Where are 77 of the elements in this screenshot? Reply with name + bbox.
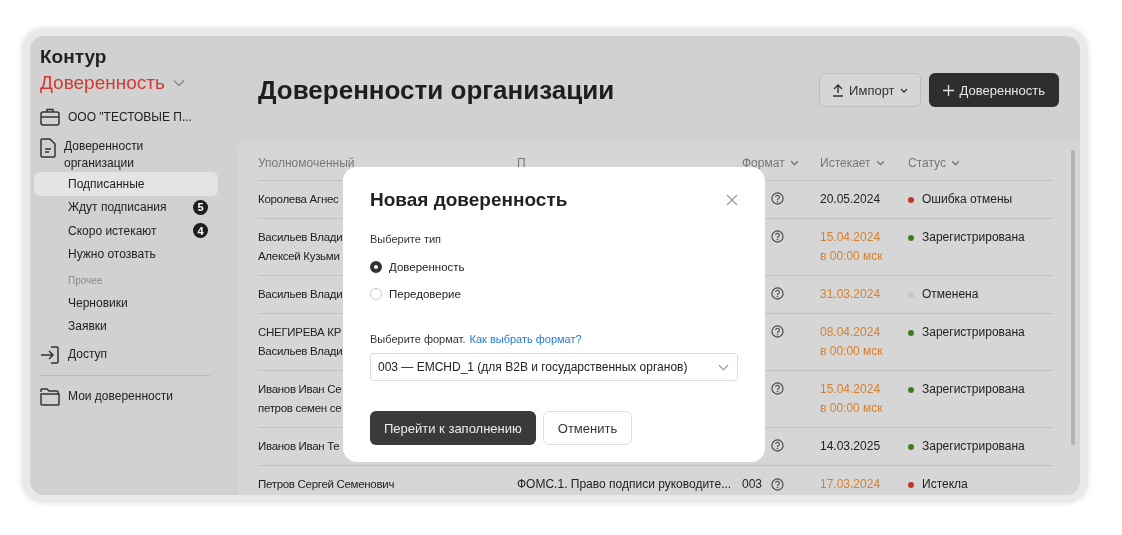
nav-item[interactable]: Ждут подписания 5 [34, 195, 218, 219]
help-icon[interactable] [771, 382, 784, 395]
table-cell: Васильев Влади [258, 287, 343, 302]
table-cell: Алексей Кузьми [258, 249, 340, 264]
table-cell: 08.04.2024 [820, 325, 881, 340]
brand-name: Контур [39, 45, 108, 69]
field-label: Выберите формат. [370, 333, 466, 345]
status-text: Зарегистрирована [922, 230, 1025, 245]
table-cell: петров семен се [258, 401, 342, 416]
table-cell: 15.04.2024 [820, 382, 881, 397]
table-cell: Петров Сергей Семенович [258, 477, 395, 492]
nav-item[interactable]: Заявки [34, 314, 218, 338]
table-cell: 31.03.2024 [820, 287, 881, 302]
help-icon[interactable] [771, 230, 784, 243]
table-cell: Королева Агнес [258, 192, 339, 207]
chevron-icon [950, 160, 960, 166]
radio-button[interactable] [370, 260, 382, 273]
plus-icon [942, 84, 954, 96]
briefcase-icon [40, 108, 60, 126]
help-icon[interactable] [771, 439, 784, 452]
folder-icon [40, 388, 60, 406]
new-power-of-attorney-button[interactable]: Доверенность [928, 73, 1059, 107]
scrollbar[interactable] [1071, 150, 1075, 445]
continue-button[interactable]: Перейти к заполнению [370, 411, 536, 445]
chevron-icon [899, 87, 908, 93]
table-cell: в 00:00 мск [820, 344, 883, 359]
table-cell: Васильев Влади [258, 344, 343, 359]
import-button[interactable]: Импорт [819, 73, 921, 107]
count-badge: 5 [193, 199, 208, 215]
chevron-icon [172, 79, 185, 87]
status-text: Зарегистрирована [922, 439, 1025, 454]
help-icon[interactable] [771, 287, 784, 300]
page-title: Доверенности организации [258, 74, 615, 106]
table-cell: в 00:00 мск [820, 249, 883, 264]
count-badge: 4 [193, 223, 208, 239]
table-cell: Иванов Иван Те [258, 439, 340, 454]
cancel-button[interactable]: Отменить [542, 411, 633, 445]
help-icon[interactable] [771, 325, 784, 338]
status-text: Зарегистрирована [922, 325, 1025, 340]
table-cell: 003 [742, 477, 763, 491]
table-cell: Иванов Иван Се [258, 382, 342, 397]
nav-item[interactable]: Подписанные [34, 172, 218, 196]
field-label: Выберите тип [370, 233, 443, 245]
chevron-icon [718, 363, 729, 371]
help-icon[interactable] [771, 477, 784, 491]
table-cell: ФОМС.1. Право подписи руководите... [517, 477, 732, 492]
status-text: Ошибка отмены [922, 192, 1013, 207]
nav-item[interactable]: Нужно отозвать [34, 242, 218, 266]
table-cell: 15.04.2024 [820, 230, 881, 245]
help-icon[interactable] [771, 192, 784, 205]
table-cell: 14.03.2025 [820, 439, 881, 454]
status-text: Истекла [922, 477, 968, 492]
nav-group-label[interactable]: Доверенности организации [64, 138, 179, 172]
table-cell: 20.05.2024 [820, 192, 881, 207]
document-icon [40, 138, 56, 158]
nav-link[interactable]: Доступ [68, 346, 108, 363]
sign-in-icon [40, 346, 60, 364]
status-text: Отменена [922, 287, 979, 302]
table-cell: Васильев Влади [258, 230, 343, 245]
chevron-icon [875, 160, 885, 166]
organization-name[interactable]: ООО "ТЕСТОВЫЕ П... [68, 110, 192, 124]
radio-label[interactable]: Передоверие [389, 287, 461, 300]
nav-link[interactable]: Мои доверенности [68, 388, 173, 405]
radio-label[interactable]: Доверенность [389, 260, 465, 273]
upload-icon [832, 83, 845, 97]
dialog-title: Новая доверенность [370, 189, 568, 211]
table-cell: СНЕГИРЕВА КР [258, 325, 342, 340]
help-link[interactable]: Как выбрать формат? [469, 333, 582, 345]
format-select[interactable]: 003 — EMCHD_1 (для B2B и государственных органов) [370, 353, 738, 381]
section-heading: Прочее [67, 274, 104, 288]
nav-item[interactable]: Скоро истекают 4 [34, 219, 218, 243]
status-text: Зарегистрирована [922, 382, 1025, 397]
chevron-icon [789, 160, 799, 166]
table-cell: 17.03.2024 [820, 477, 881, 492]
table-cell: в 00:00 мск [820, 401, 883, 416]
close-icon[interactable] [726, 194, 738, 206]
nav-item[interactable]: Черновики [34, 291, 218, 315]
